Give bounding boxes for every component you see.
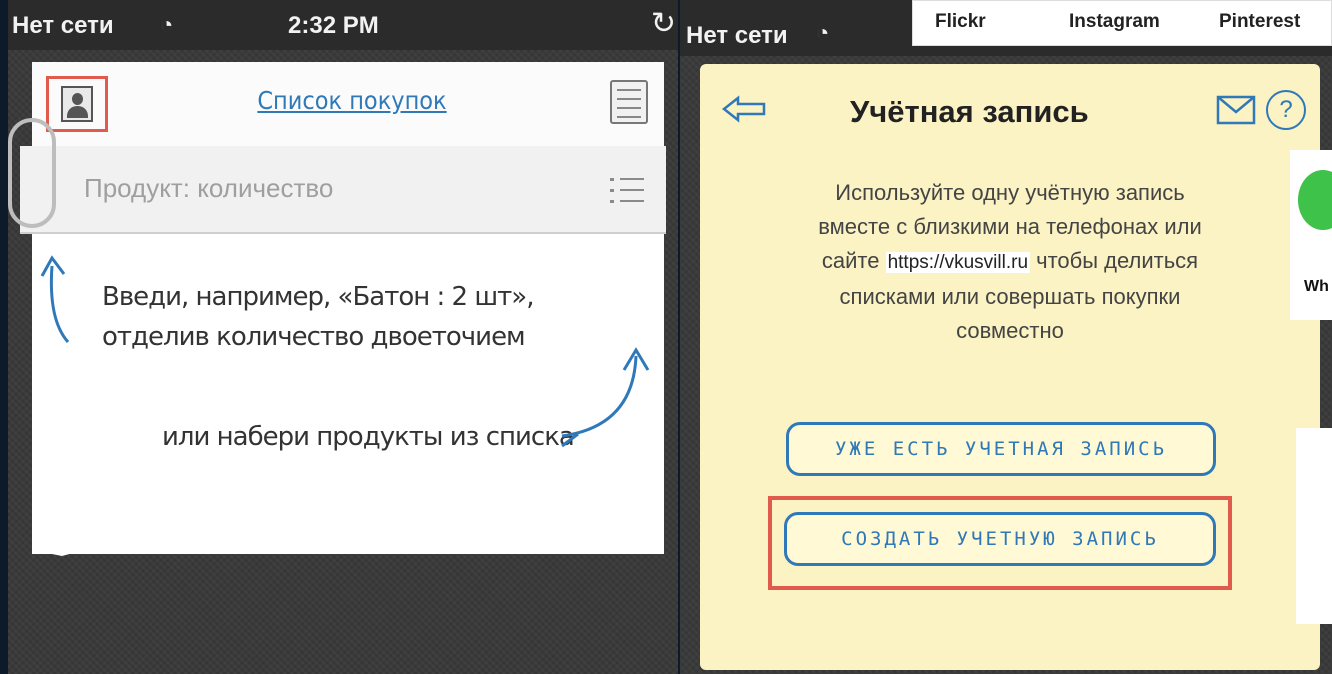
hint-line-3: или набери продукты из списка	[162, 422, 575, 452]
desc-line-4: списками или совершать покупки	[839, 284, 1181, 309]
desc-line-3: сайте https://vkusvill.ru чтобы делиться	[821, 248, 1199, 273]
notebook-icon[interactable]	[610, 80, 648, 124]
desc-line-5: совместно	[956, 318, 1064, 343]
wifi-icon-right: ◔	[816, 20, 830, 45]
carrier-label-right: Нет сети	[686, 22, 788, 49]
hint-line-2: отделив количество двоеточием	[102, 322, 526, 352]
wifi-icon: ◔	[160, 12, 174, 37]
help-icon[interactable]: ?	[1266, 90, 1306, 130]
arrow-up-icon	[40, 255, 70, 343]
create-account-button[interactable]: СОЗДАТЬ УЧЕТНУЮ ЗАПИСЬ	[784, 512, 1216, 566]
list-title-link[interactable]: Список покупок	[232, 86, 472, 115]
clock-label: 2:32 PM	[288, 12, 379, 39]
torn-paper-edge	[32, 520, 664, 556]
list-header: Список покупок	[32, 62, 664, 146]
product-input[interactable]	[84, 164, 564, 212]
profile-icon	[61, 86, 93, 122]
whatsapp-icon[interactable]	[1298, 170, 1332, 230]
whatsapp-overlay: Wh	[1290, 150, 1332, 320]
pinterest-label[interactable]: Pinterest	[1219, 11, 1300, 33]
arrow-curve-icon	[561, 347, 650, 448]
account-screen: Нет сети ◔ Учётная запись ? Используйте …	[680, 0, 1332, 674]
shopping-list-screen: Нет сети ◔ 2:32 PM ↻ Список покупок Введ…	[8, 0, 678, 674]
status-bar: Нет сети ◔ 2:32 PM ↻	[8, 0, 678, 50]
profile-button[interactable]	[46, 76, 108, 132]
account-description: Используйте одну учётную запись вместе с…	[730, 176, 1290, 348]
instagram-label[interactable]: Instagram	[1069, 11, 1160, 33]
social-links-strip: Flickr Instagram Pinterest	[912, 0, 1332, 46]
back-arrow-icon[interactable]	[720, 94, 768, 124]
existing-account-button[interactable]: УЖЕ ЕСТЬ УЧЕТНАЯ ЗАПИСЬ	[786, 422, 1216, 476]
paperclip-icon	[8, 118, 56, 228]
account-title: Учётная запись	[850, 94, 1089, 129]
desc-line-2: вместе с близкими на телефонах или	[818, 214, 1202, 239]
list-menu-icon[interactable]	[610, 170, 644, 210]
carrier-label: Нет сети	[12, 12, 114, 39]
flickr-label[interactable]: Flickr	[935, 11, 986, 33]
whatsapp-label: Wh	[1304, 278, 1329, 295]
product-input-bar	[20, 146, 666, 234]
overlay-panel	[1296, 428, 1332, 624]
site-link[interactable]: https://vkusvill.ru	[885, 252, 1031, 273]
hint-line-1: Введи, например, «Батон : 2 шт»,	[102, 282, 534, 312]
account-card: Учётная запись ? Используйте одну учётну…	[700, 64, 1320, 670]
mail-icon[interactable]	[1216, 94, 1256, 126]
sync-icon[interactable]: ↻	[651, 6, 676, 41]
desc-line-1: Используйте одну учётную запись	[835, 180, 1185, 205]
